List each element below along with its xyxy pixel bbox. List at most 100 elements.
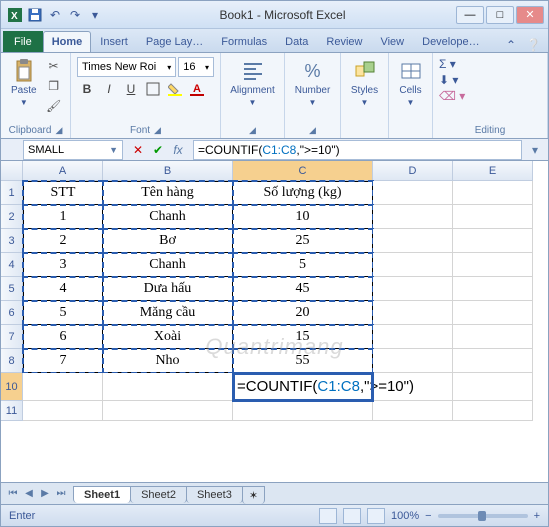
cell-A3[interactable]: 2 [23, 229, 103, 253]
view-pagebreak-icon[interactable] [367, 508, 385, 524]
cell-E5[interactable] [453, 277, 533, 301]
zoom-in-icon[interactable]: + [534, 510, 540, 522]
cell-D11[interactable] [373, 401, 453, 421]
sheet-tab-2[interactable]: Sheet2 [130, 486, 187, 503]
tab-formulas[interactable]: Formulas [212, 31, 276, 52]
cell-C1[interactable]: Số lượng (kg) [233, 181, 373, 205]
help-icon[interactable]: ❔ [526, 38, 540, 52]
view-normal-icon[interactable] [319, 508, 337, 524]
cell-B1[interactable]: Tên hàng [103, 181, 233, 205]
col-header-E[interactable]: E [453, 161, 533, 181]
cell-D6[interactable] [373, 301, 453, 325]
cell-A8[interactable]: 7 [23, 349, 103, 373]
row-header-1[interactable]: 1 [1, 181, 23, 205]
number-button[interactable]: % Number ▼ [291, 57, 334, 109]
col-header-C[interactable]: C [233, 161, 373, 181]
cut-icon[interactable]: ✂ [45, 57, 63, 75]
row-header-2[interactable]: 2 [1, 205, 23, 229]
cell-D3[interactable] [373, 229, 453, 253]
redo-icon[interactable]: ↷ [67, 7, 83, 23]
cell-C8[interactable]: 55 [233, 349, 373, 373]
cell-E11[interactable] [453, 401, 533, 421]
cell-A6[interactable]: 5 [23, 301, 103, 325]
clear-icon[interactable]: ⌫ ▾ [439, 89, 465, 103]
font-color-button[interactable]: A [187, 79, 207, 99]
fill-icon[interactable]: ⬇ ▾ [439, 73, 458, 87]
col-header-A[interactable]: A [23, 161, 103, 181]
cell-B2[interactable]: Chanh [103, 205, 233, 229]
maximize-button[interactable]: □ [486, 6, 514, 24]
fill-color-button[interactable] [165, 79, 185, 99]
cell-B11[interactable] [103, 401, 233, 421]
copy-icon[interactable]: ❐ [45, 77, 63, 95]
alignment-button[interactable]: Alignment ▼ [227, 57, 278, 109]
cell-B7[interactable]: Xoài [103, 325, 233, 349]
minimize-button[interactable]: — [456, 6, 484, 24]
cell-E2[interactable] [453, 205, 533, 229]
tab-insert[interactable]: Insert [91, 31, 137, 52]
sheet-tab-3[interactable]: Sheet3 [186, 486, 243, 503]
dialog-launcher-icon[interactable]: ◢ [154, 125, 161, 136]
cell-C11[interactable] [233, 401, 373, 421]
cell-C6[interactable]: 20 [233, 301, 373, 325]
next-sheet-icon[interactable]: ▶ [37, 486, 53, 502]
formula-bar[interactable]: =COUNTIF(C1:C8,">=10") [193, 140, 522, 160]
cell-D1[interactable] [373, 181, 453, 205]
cell-E1[interactable] [453, 181, 533, 205]
expand-formula-icon[interactable]: ▾ [526, 141, 544, 159]
cell-D4[interactable] [373, 253, 453, 277]
font-name-combo[interactable]: Times New Roi▾ [77, 57, 176, 77]
tab-page-layout[interactable]: Page Lay… [137, 31, 212, 52]
cell-B3[interactable]: Bơ [103, 229, 233, 253]
zoom-thumb[interactable] [478, 511, 486, 521]
cell-B6[interactable]: Măng cầu [103, 301, 233, 325]
enter-icon[interactable]: ✔ [149, 141, 167, 159]
cell-B10[interactable] [103, 373, 233, 401]
cell-D2[interactable] [373, 205, 453, 229]
cell-C7[interactable]: 15 [233, 325, 373, 349]
col-header-D[interactable]: D [373, 161, 453, 181]
close-button[interactable]: ✕ [516, 6, 544, 24]
tab-home[interactable]: Home [43, 31, 92, 52]
bold-button[interactable]: B [77, 79, 97, 99]
cell-E6[interactable] [453, 301, 533, 325]
cell-A4[interactable]: 3 [23, 253, 103, 277]
name-box[interactable]: SMALL ▼ [23, 140, 123, 160]
cell-A11[interactable] [23, 401, 103, 421]
cell-D8[interactable] [373, 349, 453, 373]
cell-A1[interactable]: STT [23, 181, 103, 205]
row-header-3[interactable]: 3 [1, 229, 23, 253]
cell-C2[interactable]: 10 [233, 205, 373, 229]
sheet-tab-1[interactable]: Sheet1 [73, 486, 131, 503]
cell-E10[interactable] [453, 373, 533, 401]
cancel-icon[interactable]: ✕ [129, 141, 147, 159]
paste-button[interactable]: Paste ▼ [7, 57, 41, 109]
cell-A2[interactable]: 1 [23, 205, 103, 229]
cell-A10[interactable] [23, 373, 103, 401]
cell-C3[interactable]: 25 [233, 229, 373, 253]
qat-customize-icon[interactable]: ▾ [87, 7, 103, 23]
cell-B4[interactable]: Chanh [103, 253, 233, 277]
border-button[interactable] [143, 79, 163, 99]
cell-C5[interactable]: 45 [233, 277, 373, 301]
format-painter-icon[interactable]: 🖌 [45, 97, 63, 115]
cell-C4[interactable]: 5 [233, 253, 373, 277]
underline-button[interactable]: U [121, 79, 141, 99]
cell-E8[interactable] [453, 349, 533, 373]
cell-D7[interactable] [373, 325, 453, 349]
autosum-icon[interactable]: Σ ▾ [439, 57, 456, 71]
cell-A7[interactable]: 6 [23, 325, 103, 349]
cell-B5[interactable]: Dưa hấu [103, 277, 233, 301]
tab-data[interactable]: Data [276, 31, 317, 52]
cell-E7[interactable] [453, 325, 533, 349]
zoom-level[interactable]: 100% [391, 510, 419, 522]
row-header-8[interactable]: 8 [1, 349, 23, 373]
tab-view[interactable]: View [371, 31, 413, 52]
zoom-slider[interactable] [438, 514, 528, 518]
fx-icon[interactable]: fx [169, 141, 187, 159]
grid[interactable]: A B C D E 1 STT Tên hàng Số lượng (kg) 2… [1, 161, 533, 482]
cell-E3[interactable] [453, 229, 533, 253]
italic-button[interactable]: I [99, 79, 119, 99]
col-header-B[interactable]: B [103, 161, 233, 181]
dialog-launcher-icon[interactable]: ◢ [55, 125, 62, 136]
